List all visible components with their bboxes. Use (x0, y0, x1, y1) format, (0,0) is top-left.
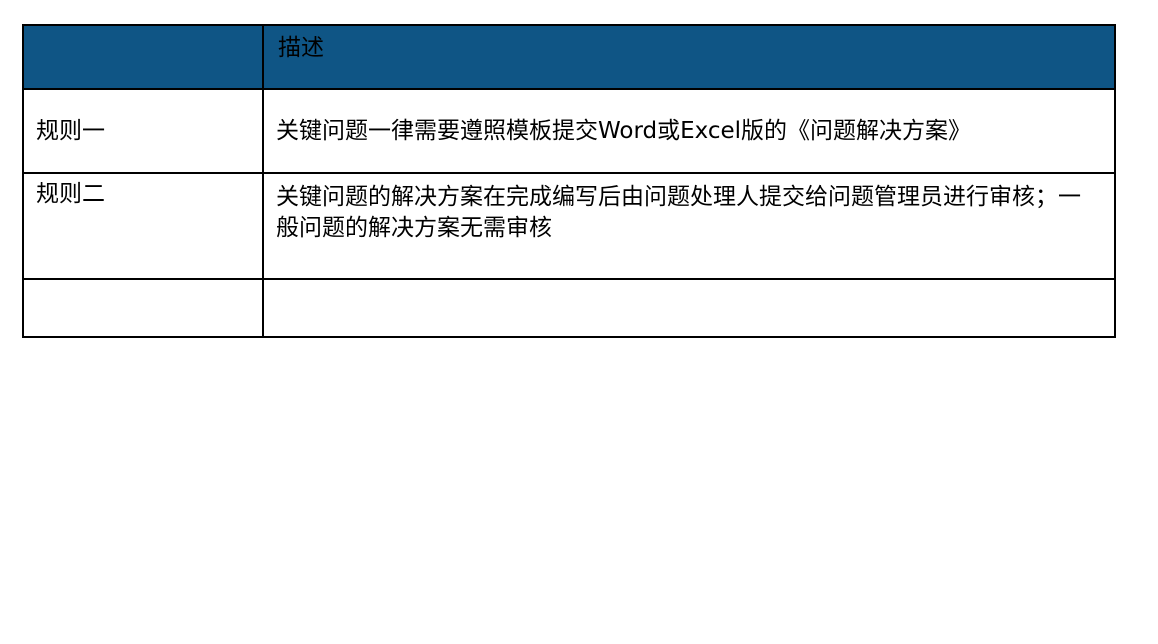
rules-table: 描述 规则一 关键问题一律需要遵照模板提交Word或Excel版的《问题解决方案… (22, 24, 1116, 338)
table-row: 规则二 关键问题的解决方案在完成编写后由问题处理人提交给问题管理员进行审核；一般… (22, 172, 1116, 280)
rule-name-cell: 规则一 (22, 88, 264, 174)
rule-name-cell (22, 278, 264, 338)
rule-description-cell: 关键问题的解决方案在完成编写后由问题处理人提交给问题管理员进行审核；一般问题的解… (262, 172, 1116, 280)
rule-description-cell: 关键问题一律需要遵照模板提交Word或Excel版的《问题解决方案》 (262, 88, 1116, 174)
header-cell-description: 描述 (262, 24, 1116, 90)
header-cell-rule (22, 24, 264, 90)
rule-description-cell (262, 278, 1116, 338)
table-row (22, 278, 1116, 338)
rule-name-cell: 规则二 (22, 172, 264, 280)
table-header-row: 描述 (22, 24, 1116, 90)
table-row: 规则一 关键问题一律需要遵照模板提交Word或Excel版的《问题解决方案》 (22, 88, 1116, 174)
